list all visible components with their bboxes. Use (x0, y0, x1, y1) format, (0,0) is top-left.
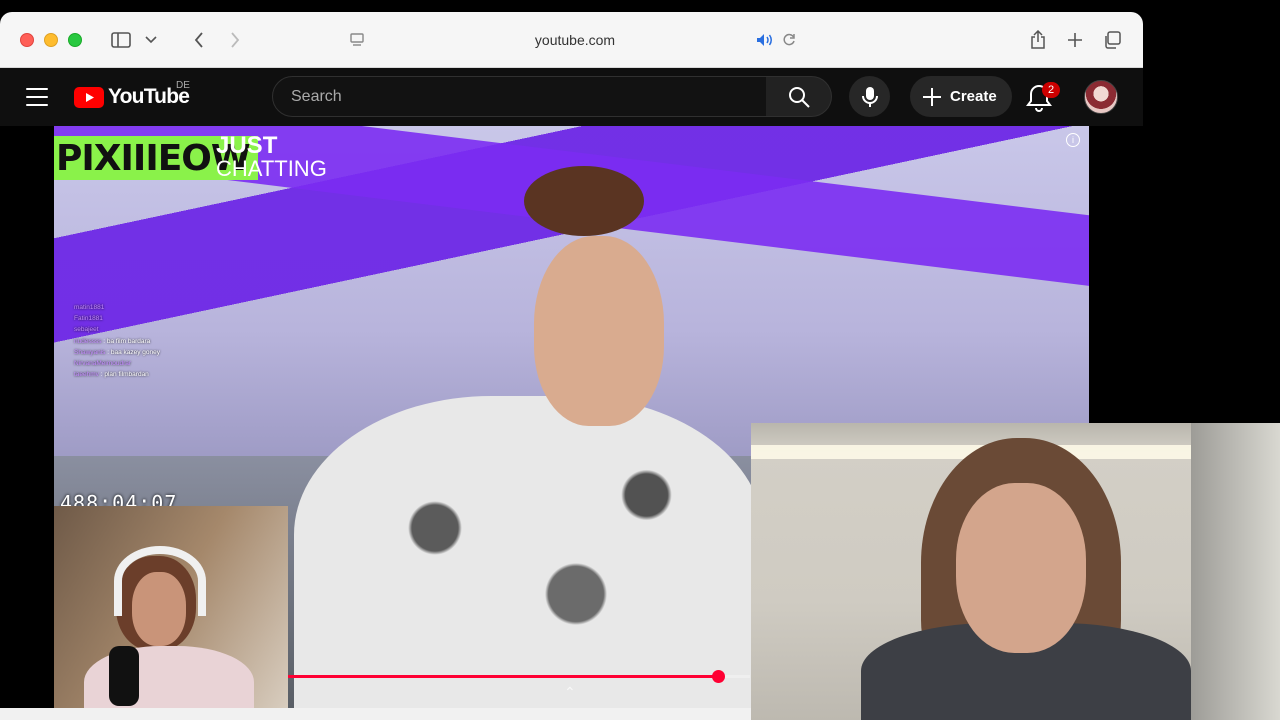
reload-icon[interactable] (779, 28, 799, 52)
chat-text: : ba film bardara (101, 337, 151, 345)
plus-icon (923, 87, 941, 106)
chat-message: Fatin1881 (74, 313, 294, 324)
search-button[interactable] (766, 76, 832, 117)
tab-overview-icon[interactable] (1101, 28, 1123, 52)
create-label: Create (950, 88, 997, 105)
chat-username: Shawyanis (74, 348, 106, 356)
chat-text: : baa kazey goney (105, 348, 161, 356)
close-window-button[interactable] (20, 33, 34, 47)
chat-username: sebajeet (74, 326, 99, 334)
chevron-up-icon[interactable]: ⌃ (564, 684, 576, 701)
stream-category-line2: CHATTING (216, 156, 327, 181)
browser-toolbar: youtube.com (0, 12, 1143, 68)
reactor-webcam (751, 423, 1280, 720)
chat-username: matin1881 (74, 304, 105, 311)
window-blind (1191, 423, 1280, 720)
chat-message: taeehmv : plan filmbardan (74, 369, 294, 380)
zoom-window-button[interactable] (68, 33, 82, 47)
chat-username: nudessss (74, 337, 102, 345)
progress-scrubber[interactable] (711, 670, 725, 683)
chat-message: Shawyanis : baa kazey goney (74, 347, 294, 358)
avatar[interactable] (1084, 80, 1118, 114)
notifications-button[interactable]: 2 (1026, 80, 1060, 112)
video-subject-hair (524, 166, 644, 236)
progress-bar[interactable] (288, 670, 750, 683)
chat-username: taeehmv (74, 371, 99, 379)
audio-playing-icon[interactable] (755, 28, 775, 52)
sidebar-toggle-icon[interactable] (110, 28, 132, 52)
chat-message: matin1881 (74, 302, 294, 313)
info-icon[interactable]: i (1066, 133, 1080, 147)
page-bottom-strip (0, 708, 751, 720)
streamer-webcam (54, 506, 288, 708)
new-tab-icon[interactable] (1064, 28, 1086, 52)
headphones-icon (114, 546, 206, 616)
chat-message: NirvanaMeimoudrar (74, 358, 294, 369)
progress-fill (288, 675, 718, 678)
stream-category-line1: JUST (216, 132, 278, 159)
youtube-play-icon (74, 86, 104, 108)
notification-badge: 2 (1042, 82, 1060, 98)
voice-search-button[interactable] (849, 76, 890, 117)
youtube-header: YouTube DE Create 2 (0, 68, 1143, 126)
search-icon (788, 86, 810, 108)
stream-category: JUST CHATTING (216, 134, 327, 180)
address-text: youtube.com (534, 32, 616, 48)
chat-message: sebajeet (74, 324, 294, 335)
back-icon[interactable] (190, 28, 208, 52)
address-bar[interactable]: youtube.com (340, 26, 810, 54)
stream-chat: matin1881 Fatin1881 sebajeet nudessss : ba … (74, 302, 294, 380)
chat-text: : plan filmbardan (98, 371, 149, 379)
region-code: DE (176, 80, 190, 91)
create-button[interactable]: Create (910, 76, 1012, 117)
video-subject-face (534, 236, 664, 426)
microphone-prop (109, 646, 139, 706)
microphone-icon (861, 86, 878, 107)
forward-icon[interactable] (226, 28, 244, 52)
minimize-window-button[interactable] (44, 33, 58, 47)
search-field[interactable] (272, 76, 767, 117)
chat-username: Fatin1881 (74, 315, 103, 323)
reactor-face (956, 483, 1086, 653)
menu-icon[interactable] (26, 88, 48, 106)
chevron-down-icon[interactable] (143, 28, 159, 52)
share-icon[interactable] (1027, 28, 1049, 52)
chat-message: nudessss : ba film bardara (74, 336, 294, 347)
search-input[interactable] (291, 77, 751, 116)
video-subject-body (294, 396, 764, 708)
youtube-logo[interactable]: YouTube (74, 84, 190, 110)
chat-username: NirvanaMeimoudrar (74, 360, 132, 368)
